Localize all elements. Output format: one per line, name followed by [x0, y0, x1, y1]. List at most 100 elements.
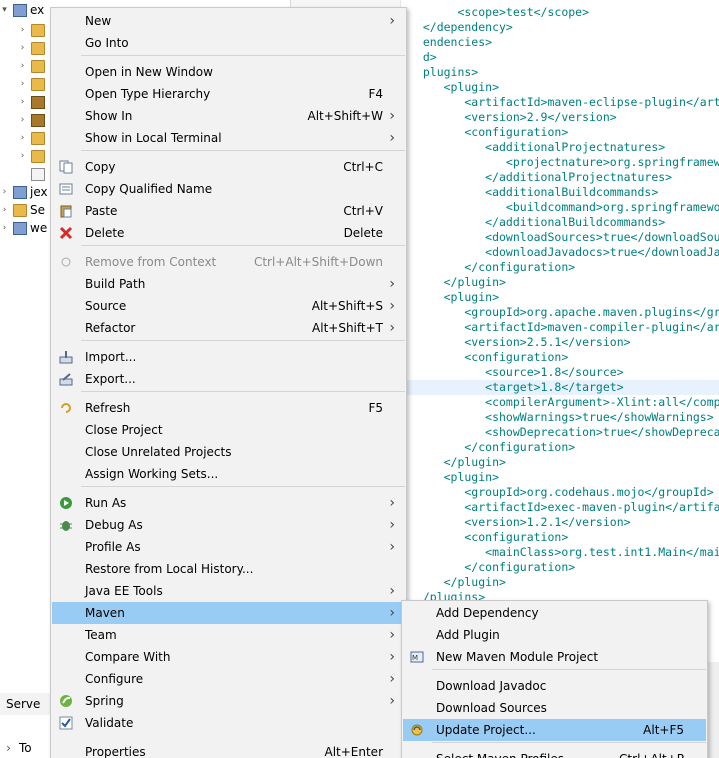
tree-item-label: Se [30, 203, 45, 217]
menu-item-shortcut: Ctrl+V [343, 204, 383, 218]
menu-item-refresh[interactable]: Refresh F5 [52, 397, 405, 419]
tree-row[interactable]: › [18, 111, 45, 129]
menu-item-profile-as[interactable]: Profile As › [52, 536, 405, 558]
menu-separator [81, 150, 405, 151]
menu-item-source[interactable]: Source Alt+Shift+S › [52, 295, 405, 317]
web-project-icon [13, 221, 27, 235]
menu-item-paste[interactable]: Paste Ctrl+V [52, 200, 405, 222]
code-line: </additionalBuildcommands> [409, 215, 666, 229]
submenu-item-download-sources[interactable]: Download Sources [403, 697, 706, 719]
menu-item-shortcut: Ctrl+Alt+Shift+Down [253, 255, 383, 269]
menu-item-open-in-new-window[interactable]: Open in New Window [52, 61, 405, 83]
menu-item-label: Open in New Window [85, 65, 213, 79]
expand-arrow-icon[interactable]: › [18, 79, 27, 89]
menu-item-compare-with[interactable]: Compare With › [52, 646, 405, 668]
expand-arrow-icon[interactable]: › [18, 133, 27, 143]
maven-project-icon [13, 185, 27, 199]
tree-row-project[interactable]: ▾ ex [0, 1, 44, 19]
tree-row[interactable]: › [18, 39, 45, 57]
menu-item-refactor[interactable]: Refactor Alt+Shift+T › [52, 317, 405, 339]
submenu-item-label: Download Javadoc [436, 679, 547, 693]
menu-item-assign-working-sets[interactable]: Assign Working Sets... [52, 463, 405, 485]
menu-item-close-unrelated-projects[interactable]: Close Unrelated Projects [52, 441, 405, 463]
expand-arrow-icon[interactable]: › [18, 43, 27, 53]
expand-arrow-icon[interactable]: › [18, 115, 27, 125]
menu-item-go-into[interactable]: Go Into [52, 32, 405, 54]
expand-arrow-icon[interactable]: › [18, 61, 27, 71]
submenu-item-download-javadoc[interactable]: Download Javadoc [403, 675, 706, 697]
submenu-item-select-maven-profiles[interactable]: Select Maven Profiles... Ctrl+Alt+P [403, 748, 706, 758]
menu-item-label: Compare With [85, 650, 171, 664]
tree-row[interactable] [27, 165, 45, 183]
code-line: <additionalBuildcommands> [409, 185, 659, 199]
tree-row[interactable]: › [18, 93, 45, 111]
code-line: <showDeprecation>true</showDeprecat [409, 425, 719, 439]
menu-item-remove-from-context[interactable]: Remove from Context Ctrl+Alt+Shift+Down [52, 251, 405, 273]
tree-item-label: we [30, 221, 48, 235]
menu-item-java-ee-tools[interactable]: Java EE Tools › [52, 580, 405, 602]
submenu-item-shortcut: Alt+F5 [643, 723, 684, 737]
code-line: </plugin> [409, 275, 506, 289]
submenu-item-label: Download Sources [436, 701, 547, 715]
menu-item-debug-as[interactable]: Debug As › [52, 514, 405, 536]
menu-item-delete[interactable]: Delete Delete [52, 222, 405, 244]
code-line: plugins> [409, 65, 479, 79]
second-view-tab[interactable]: › To [0, 737, 52, 758]
collapse-arrow-icon[interactable]: ▾ [0, 5, 9, 15]
expand-arrow-icon[interactable]: › [4, 742, 13, 754]
menu-item-label: Properties [85, 745, 146, 758]
expand-arrow-icon[interactable]: › [18, 25, 27, 35]
submenu-arrow-icon: › [389, 627, 395, 643]
expand-arrow-icon[interactable]: › [0, 205, 9, 215]
menu-item-team[interactable]: Team › [52, 624, 405, 646]
code-line: <scope>test</scope> [409, 5, 590, 19]
menu-item-validate[interactable]: Validate [52, 712, 405, 734]
menu-item-copy-qualified-name[interactable]: Copy Qualified Name [52, 178, 405, 200]
menu-separator [81, 391, 405, 392]
update-project-icon [409, 722, 425, 738]
expand-arrow-icon[interactable]: › [0, 187, 9, 197]
menu-item-export[interactable]: Export... [52, 368, 405, 390]
servers-view-tab[interactable]: Serve [0, 693, 52, 715]
code-line: d> [409, 50, 437, 64]
menu-item-maven[interactable]: Maven › [52, 602, 405, 624]
tree-row[interactable]: › [18, 129, 45, 147]
menu-item-open-type-hierarchy[interactable]: Open Type Hierarchy F4 [52, 83, 405, 105]
tree-item-label: ex [30, 3, 45, 17]
tree-row-project[interactable]: › jex [0, 183, 48, 201]
menu-item-configure[interactable]: Configure › [52, 668, 405, 690]
maven-project-icon [13, 3, 27, 17]
servers-tab-label: Serve [6, 697, 41, 711]
menu-item-build-path[interactable]: Build Path › [52, 273, 405, 295]
menu-item-properties[interactable]: Properties Alt+Enter [52, 741, 405, 758]
tree-row[interactable]: › [18, 21, 45, 39]
menu-item-import[interactable]: Import... [52, 346, 405, 368]
submenu-item-update-project[interactable]: Update Project... Alt+F5 [403, 719, 706, 741]
submenu-item-add-dependency[interactable]: Add Dependency [403, 602, 706, 624]
menu-item-show-in[interactable]: Show In Alt+Shift+W › [52, 105, 405, 127]
tree-row[interactable]: › [18, 75, 45, 93]
expand-arrow-icon[interactable]: › [18, 151, 27, 161]
menu-item-label: Import... [85, 350, 137, 364]
menu-item-show-in-local-terminal[interactable]: Show in Local Terminal › [52, 127, 405, 149]
source-folder-icon [31, 41, 45, 55]
submenu-item-add-plugin[interactable]: Add Plugin [403, 624, 706, 646]
menu-item-new[interactable]: New › [52, 10, 405, 32]
tree-row-project[interactable]: › we [0, 219, 48, 237]
menu-item-label: Validate [85, 716, 134, 730]
tree-row[interactable]: › [18, 147, 45, 165]
submenu-arrow-icon: › [389, 583, 395, 599]
menu-item-run-as[interactable]: Run As › [52, 492, 405, 514]
expand-arrow-icon[interactable]: › [18, 97, 27, 107]
expand-arrow-icon[interactable]: › [0, 223, 9, 233]
menu-item-label: Restore from Local History... [85, 562, 254, 576]
menu-item-close-project[interactable]: Close Project [52, 419, 405, 441]
paste-icon [58, 203, 74, 219]
menu-item-restore-from-local-history[interactable]: Restore from Local History... [52, 558, 405, 580]
tree-row[interactable]: › [18, 57, 45, 75]
menu-item-spring[interactable]: Spring › [52, 690, 405, 712]
submenu-item-new-maven-module-project[interactable]: M New Maven Module Project [403, 646, 706, 668]
tree-row-project[interactable]: › Se [0, 201, 45, 219]
menu-item-copy[interactable]: Copy Ctrl+C [52, 156, 405, 178]
menu-item-shortcut: Ctrl+C [343, 160, 383, 174]
